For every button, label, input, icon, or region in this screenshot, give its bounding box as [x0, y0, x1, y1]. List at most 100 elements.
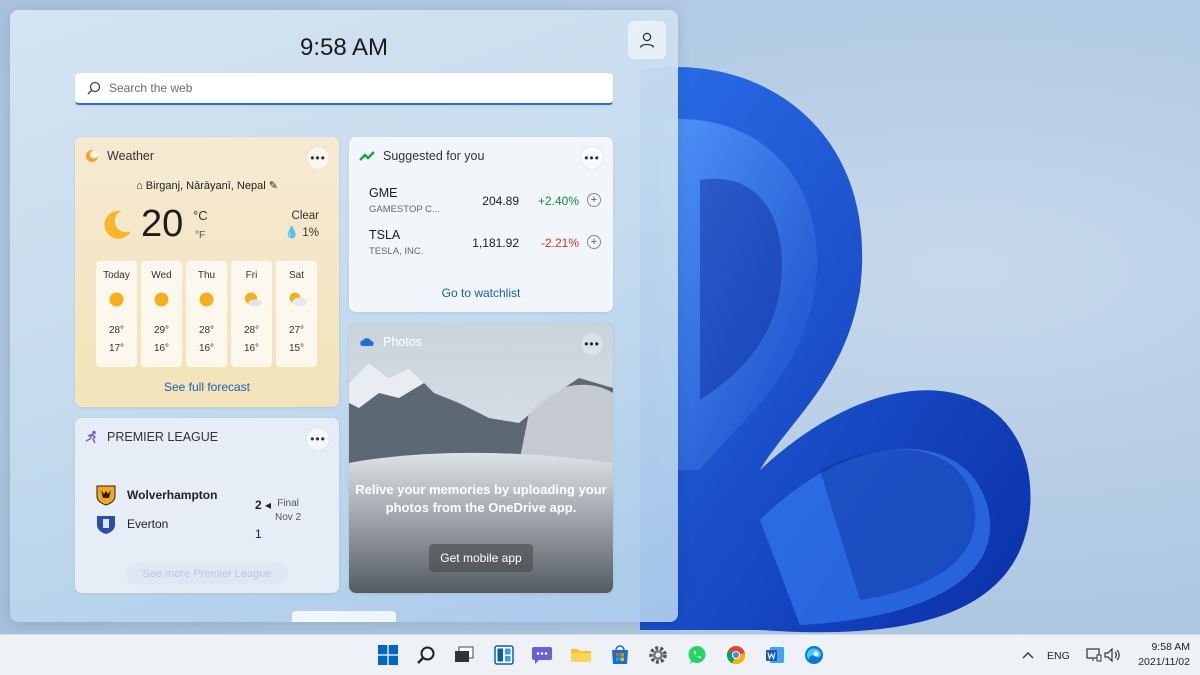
forecast-low: 16° — [153, 343, 170, 354]
weather-condition-block: Clear 💧 1% — [285, 208, 319, 242]
stock-change: -2.21% — [540, 236, 579, 250]
photos-message: Relive your memories by uploading your p… — [355, 482, 607, 515]
whatsapp-button[interactable] — [685, 643, 709, 667]
windows-icon — [378, 645, 398, 665]
settings-button[interactable] — [646, 643, 670, 667]
forecast-high: 28° — [108, 325, 125, 336]
stocks-more-button[interactable]: ••• — [580, 146, 604, 170]
league-more-button[interactable]: ••• — [306, 427, 330, 451]
volume-button[interactable] — [1100, 643, 1124, 667]
input-language-indicator[interactable]: ENG — [1047, 650, 1070, 662]
match-status-label: Final — [277, 498, 299, 509]
profile-button[interactable] — [628, 21, 666, 59]
web-search-box[interactable] — [75, 73, 613, 105]
see-more-premier-league-link[interactable]: See more Premier League — [126, 563, 288, 585]
weather-title: Weather — [107, 149, 155, 163]
stock-name: GAMESTOP C... — [369, 204, 440, 215]
widgets-panel: 9:58 AM Weather ••• ⌂ Birganj, Nārāyanī,… — [10, 10, 678, 622]
add-to-watchlist-icon[interactable]: + — [587, 193, 601, 207]
edge-button[interactable] — [802, 643, 826, 667]
file-explorer-button[interactable] — [569, 643, 593, 667]
stocks-card[interactable]: Suggested for you ••• GME GAMESTOP C... … — [349, 137, 613, 312]
forecast-low: 15° — [288, 343, 305, 354]
search-icon — [87, 81, 101, 95]
unit-celsius[interactable]: °C — [193, 208, 208, 223]
forecast-day[interactable]: Sat 27° 15° — [276, 261, 317, 367]
weather-location[interactable]: ⌂ Birganj, Nārāyanī, Nepal ✎ — [75, 179, 339, 192]
weather-more-button[interactable]: ••• — [306, 146, 330, 170]
home-score: 2 ◂ — [255, 498, 271, 512]
see-full-forecast-link[interactable]: See full forecast — [75, 380, 339, 394]
winner-arrow-icon: ◂ — [265, 498, 272, 512]
sunny-icon — [154, 292, 169, 307]
start-button[interactable] — [376, 643, 400, 667]
stock-symbol: GME — [369, 186, 398, 200]
forecast-day-name: Today — [103, 270, 130, 281]
get-mobile-app-button[interactable]: Get mobile app — [429, 544, 533, 572]
unit-fahrenheit[interactable]: °F — [195, 230, 205, 241]
chrome-button[interactable] — [724, 643, 748, 667]
chat-button[interactable] — [530, 643, 554, 667]
store-button[interactable] — [608, 643, 632, 667]
forecast-low: 16° — [243, 343, 260, 354]
weather-app-icon — [86, 150, 98, 162]
home-team[interactable]: Wolverhampton — [95, 484, 217, 506]
more-icon: ••• — [584, 337, 600, 351]
photos-title: Photos — [383, 335, 422, 349]
stock-row[interactable]: GME GAMESTOP C... 204.89 +2.40% + — [369, 186, 601, 222]
photos-card-header: Photos — [359, 335, 422, 349]
folder-icon — [571, 649, 591, 662]
forecast-day[interactable]: Wed 29° 16° — [141, 261, 182, 367]
home-icon: ⌂ — [136, 180, 143, 192]
edit-location-icon[interactable]: ✎ — [269, 180, 278, 192]
onedrive-icon — [360, 338, 374, 346]
moon-icon — [104, 210, 131, 239]
forecast-day[interactable]: Thu 28° 16° — [186, 261, 227, 367]
match-date: Nov 2 — [275, 512, 302, 523]
go-to-watchlist-link[interactable]: Go to watchlist — [349, 286, 613, 300]
forecast-strip: Today 28° 17° Wed 29° 16° Thu 28° 16° Fr… — [96, 261, 317, 367]
widgets-taskbar-button[interactable] — [492, 643, 516, 667]
word-icon — [766, 647, 784, 663]
taskbar: ENG 9:58 AM 2021/11/02 — [0, 634, 1200, 675]
weather-card[interactable]: Weather ••• ⌂ Birganj, Nārāyanī, Nepal ✎… — [75, 137, 339, 407]
forecast-high: 27° — [288, 325, 305, 336]
partly-sunny-icon — [245, 292, 262, 307]
away-team[interactable]: Everton — [95, 513, 168, 535]
search-taskbar-button[interactable] — [414, 643, 438, 667]
stock-symbol: TSLA — [369, 228, 401, 242]
forecast-high: 29° — [153, 325, 170, 336]
location-label: Birganj, Nārāyanī, Nepal — [145, 180, 266, 192]
task-view-button[interactable] — [452, 643, 476, 667]
add-widgets-button[interactable] — [292, 611, 396, 622]
whatsapp-icon — [688, 646, 706, 664]
person-icon — [639, 32, 655, 48]
stock-price: 204.89 — [482, 194, 519, 208]
trending-icon — [359, 151, 375, 161]
photos-more-button[interactable]: ••• — [580, 332, 604, 356]
forecast-day[interactable]: Today 28° 17° — [96, 261, 137, 367]
stock-name: TESLA, INC. — [369, 246, 424, 257]
forecast-high: 28° — [198, 325, 215, 336]
taskbar-clock[interactable]: 9:58 AM 2021/11/02 — [1130, 641, 1190, 668]
photos-card[interactable]: Photos ••• Relive your memories by uploa… — [349, 323, 613, 593]
more-icon: ••• — [310, 432, 326, 446]
wolves-crest-icon — [96, 485, 116, 506]
search-icon — [417, 646, 435, 664]
chevron-up-icon — [1022, 652, 1034, 659]
everton-crest-icon — [97, 516, 115, 534]
league-title: PREMIER LEAGUE — [107, 430, 219, 444]
sunny-icon — [109, 292, 124, 307]
forecast-high: 28° — [243, 325, 260, 336]
forecast-day-name: Sat — [288, 270, 304, 281]
search-input[interactable] — [109, 81, 589, 95]
add-to-watchlist-icon[interactable]: + — [587, 235, 601, 249]
more-icon: ••• — [310, 151, 326, 165]
forecast-day[interactable]: Fri 28° 16° — [231, 261, 272, 367]
more-icon: ••• — [584, 151, 600, 165]
word-button[interactable] — [763, 643, 787, 667]
stock-row[interactable]: TSLA TESLA, INC. 1,181.92 -2.21% + — [369, 228, 601, 264]
show-hidden-icons-button[interactable] — [1016, 643, 1040, 667]
premier-league-card[interactable]: PREMIER LEAGUE ••• Wolverhampton 2 ◂ Eve… — [75, 418, 339, 593]
chrome-icon — [726, 646, 746, 665]
